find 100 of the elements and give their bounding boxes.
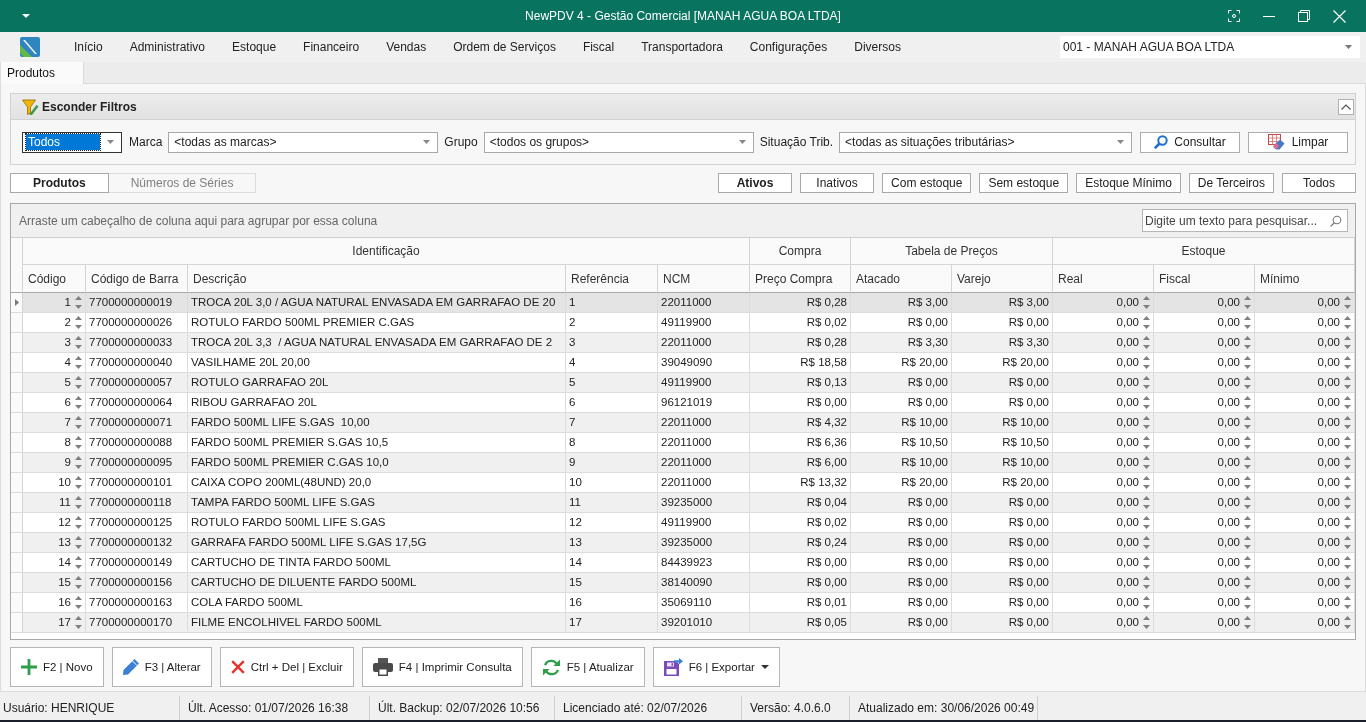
spin-arrows-icon[interactable]: [75, 516, 82, 529]
table-row[interactable]: 17 7700000000170 FILME ENCOLHIVEL FARDO 500ML 17 39201010 R$ 0,05 R$ 0,00 R$ 0,00 0,00 0,00 0,00: [11, 613, 1355, 633]
table-row[interactable]: 6 7700000000064 RIBOU GARRAFAO 20L 6 96121019 R$ 0,00 R$ 0,00 R$ 0,00 0,00 0,00 0,00: [11, 393, 1355, 413]
menu-item[interactable]: Configurações: [749, 39, 828, 55]
spin-arrows-icon[interactable]: [75, 596, 82, 609]
spin-arrows-icon[interactable]: [1143, 456, 1150, 469]
new-button[interactable]: F2 | Novo: [10, 647, 104, 687]
menu-item[interactable]: Administrativo: [129, 39, 206, 55]
table-row[interactable]: 1 7700000000019 TROCA 20L 3,0 / AGUA NATURAL ENVASADA EM GARRAFAO DE 20 1 22011000 R$ 0,28 R$ 3,00 R$ 3,00 0,00 0,00 0,00: [11, 293, 1355, 313]
filter-dropdown[interactable]: <todas as marcas>: [168, 131, 439, 153]
spin-arrows-icon[interactable]: [1244, 416, 1251, 429]
spin-arrows-icon[interactable]: [1244, 456, 1251, 469]
spin-arrows-icon[interactable]: [1244, 336, 1251, 349]
spin-arrows-icon[interactable]: [75, 556, 82, 569]
collapse-button[interactable]: [1338, 98, 1354, 115]
spin-arrows-icon[interactable]: [1244, 516, 1251, 529]
spin-arrows-icon[interactable]: [1143, 336, 1150, 349]
spin-arrows-icon[interactable]: [1244, 536, 1251, 549]
spin-arrows-icon[interactable]: [75, 356, 82, 369]
spin-arrows-icon[interactable]: [75, 476, 82, 489]
table-row[interactable]: 11 7700000000118 TAMPA FARDO 500ML LIFE S.GAS 11 39235000 R$ 0,04 R$ 0,00 R$ 0,00 0,00 0,00 0,00: [11, 493, 1355, 513]
spin-arrows-icon[interactable]: [1244, 556, 1251, 569]
menu-item[interactable]: Diversos: [854, 39, 901, 55]
spin-arrows-icon[interactable]: [1143, 576, 1150, 589]
spin-arrows-icon[interactable]: [1344, 396, 1351, 409]
close-icon[interactable]: [1333, 9, 1346, 23]
table-row[interactable]: 4 7700000000040 VASILHAME 20L 20,00 4 39049090 R$ 18,58 R$ 20,00 R$ 20,00 0,00 0,00 0,00: [11, 353, 1355, 373]
delete-button[interactable]: Ctrl + Del | Excluir: [219, 647, 354, 687]
spin-arrows-icon[interactable]: [1143, 396, 1150, 409]
document-tab[interactable]: Produtos: [0, 62, 85, 84]
refresh-button[interactable]: F5 | Atualizar: [530, 647, 645, 687]
spin-arrows-icon[interactable]: [1344, 596, 1351, 609]
status-filter-button[interactable]: Estoque Mínimo: [1076, 173, 1181, 193]
company-dropdown[interactable]: 001 - MANAH AGUA BOA LTDA: [1060, 36, 1360, 58]
view-tab[interactable]: Números de Séries: [107, 173, 257, 193]
spin-arrows-icon[interactable]: [75, 316, 82, 329]
menu-item[interactable]: Financeiro: [303, 39, 360, 55]
spin-arrows-icon[interactable]: [1344, 476, 1351, 489]
hide-filters-toggle[interactable]: Esconder Filtros: [42, 99, 137, 114]
spin-arrows-icon[interactable]: [1344, 316, 1351, 329]
spin-arrows-icon[interactable]: [1344, 456, 1351, 469]
spin-arrows-icon[interactable]: [1344, 496, 1351, 509]
spin-arrows-icon[interactable]: [1143, 596, 1150, 609]
status-filter-button[interactable]: De Terceiros: [1188, 173, 1274, 193]
status-filter-button[interactable]: Ativos: [718, 173, 793, 193]
search-button[interactable]: Consultar: [1140, 131, 1240, 153]
menu-item[interactable]: Estoque: [232, 39, 277, 55]
table-row[interactable]: 7 7700000000071 FARDO 500ML LIFE S.GAS 10,00 7 22011000 R$ 4,32 R$ 10,00 R$ 10,00 0,00 0,00 0,00: [11, 413, 1355, 433]
spin-arrows-icon[interactable]: [75, 616, 82, 629]
edit-button[interactable]: F3 | Alterar: [111, 647, 212, 687]
status-filter-button[interactable]: Todos: [1282, 173, 1356, 193]
table-row[interactable]: 2 7700000000026 ROTULO FARDO 500ML PREMIER C.GAS 2 49119900 R$ 0,02 R$ 0,00 R$ 0,00 0,00 0,00 0,00: [11, 313, 1355, 333]
print-button[interactable]: F4 | Imprimir Consulta: [361, 647, 523, 687]
spin-arrows-icon[interactable]: [1244, 576, 1251, 589]
spin-arrows-icon[interactable]: [1143, 556, 1150, 569]
spin-arrows-icon[interactable]: [75, 336, 82, 349]
table-row[interactable]: 10 7700000000101 CAIXA COPO 200ML(48UND) 20,0 10 22011000 R$ 13,32 R$ 20,00 R$ 20,00 0,00 0,00 0,00: [11, 473, 1355, 493]
spin-arrows-icon[interactable]: [1344, 536, 1351, 549]
spin-arrows-icon[interactable]: [1244, 296, 1251, 309]
filter-dropdown[interactable]: <todos os grupos>: [483, 131, 754, 153]
table-row[interactable]: 13 7700000000132 GARRAFA FARDO 500ML LIFE S.GAS 17,5G 13 39235000 R$ 0,24 R$ 0,00 R$ 0,00 0,00 0,00 0,00: [11, 533, 1355, 553]
search-field[interactable]: Digite um texto para pesquisar...: [1142, 209, 1348, 232]
export-button[interactable]: F6 | Exportar: [652, 647, 780, 687]
spin-arrows-icon[interactable]: [1344, 336, 1351, 349]
spin-arrows-icon[interactable]: [1344, 356, 1351, 369]
spin-arrows-icon[interactable]: [1143, 316, 1150, 329]
menu-item[interactable]: Fiscal: [582, 39, 615, 55]
table-row[interactable]: 15 7700000000156 CARTUCHO DE DILUENTE FARDO 500ML 15 38140090 R$ 0,00 R$ 0,00 R$ 0,00 0,00 0,00 0,00: [11, 573, 1355, 593]
menu-item[interactable]: Transportadora: [641, 39, 723, 55]
spin-arrows-icon[interactable]: [75, 296, 82, 309]
spin-arrows-icon[interactable]: [75, 456, 82, 469]
spin-arrows-icon[interactable]: [1344, 556, 1351, 569]
table-row[interactable]: 5 7700000000057 ROTULO GARRAFAO 20L 5 49119900 R$ 0,13 R$ 0,00 R$ 0,00 0,00 0,00 0,00: [11, 373, 1355, 393]
spin-arrows-icon[interactable]: [1244, 476, 1251, 489]
spin-arrows-icon[interactable]: [1143, 356, 1150, 369]
spin-arrows-icon[interactable]: [1143, 536, 1150, 549]
spin-arrows-icon[interactable]: [75, 536, 82, 549]
spin-arrows-icon[interactable]: [1344, 576, 1351, 589]
spin-arrows-icon[interactable]: [1244, 596, 1251, 609]
spin-arrows-icon[interactable]: [1244, 316, 1251, 329]
spin-arrows-icon[interactable]: [1344, 616, 1351, 629]
spin-arrows-icon[interactable]: [75, 496, 82, 509]
spin-arrows-icon[interactable]: [75, 376, 82, 389]
spin-arrows-icon[interactable]: [1143, 516, 1150, 529]
spin-arrows-icon[interactable]: [1143, 296, 1150, 309]
spin-arrows-icon[interactable]: [1244, 496, 1251, 509]
spin-arrows-icon[interactable]: [1344, 436, 1351, 449]
spin-arrows-icon[interactable]: [1143, 376, 1150, 389]
spin-arrows-icon[interactable]: [1244, 376, 1251, 389]
caret-icon[interactable]: [22, 14, 30, 18]
minimize-icon[interactable]: [1263, 15, 1275, 17]
table-row[interactable]: 9 7700000000095 FARDO 500ML PREMIER C.GAS 10,0 9 22011000 R$ 6,00 R$ 10,00 R$ 10,00 0,00 0,00 0,00: [11, 453, 1355, 473]
status-filter-button[interactable]: Sem estoque: [979, 173, 1069, 193]
spin-arrows-icon[interactable]: [1143, 416, 1150, 429]
spin-arrows-icon[interactable]: [1344, 416, 1351, 429]
spin-arrows-icon[interactable]: [1344, 296, 1351, 309]
status-filter-button[interactable]: Com estoque: [882, 173, 972, 193]
spin-arrows-icon[interactable]: [1344, 516, 1351, 529]
status-filter-button[interactable]: Inativos: [800, 173, 875, 193]
menu-item[interactable]: Início: [74, 39, 103, 55]
